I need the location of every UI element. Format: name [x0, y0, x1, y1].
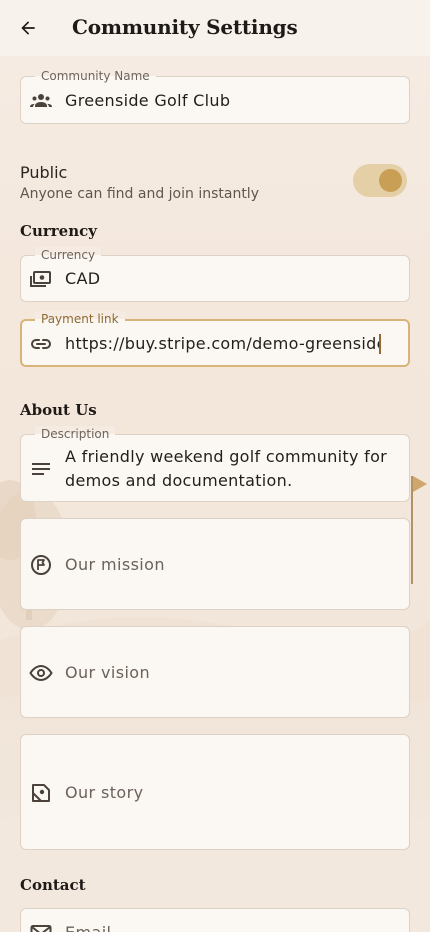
currency-label: Currency — [35, 247, 102, 263]
description-field[interactable]: Description A friendly weekend golf comm… — [20, 426, 410, 502]
payment-link-label: Payment link — [35, 311, 125, 327]
mission-field[interactable]: Our mission — [20, 518, 410, 610]
public-toggle-switch[interactable] — [353, 164, 407, 197]
vision-input[interactable]: Our vision — [65, 661, 150, 685]
switch-knob — [379, 169, 402, 192]
app-bar: Community Settings — [0, 0, 430, 56]
email-input[interactable]: Email — [65, 921, 111, 932]
currency-field[interactable]: Currency CAD — [20, 247, 410, 302]
description-label: Description — [35, 426, 116, 442]
notes-icon — [29, 457, 53, 481]
description-input[interactable]: A friendly weekend golf community for de… — [65, 445, 397, 493]
groups-icon — [29, 89, 53, 113]
about-section-title: About Us — [20, 401, 97, 419]
story-field[interactable]: Our story — [20, 734, 410, 850]
settings-form: Community Name Greenside Golf Club Publi… — [0, 56, 430, 932]
arrow-back-icon — [21, 21, 35, 35]
payment-link-text: https://buy.stripe.com/demo-greenside — [65, 334, 380, 353]
currency-select[interactable]: CAD — [65, 267, 397, 291]
payment-link-field[interactable]: Payment link https://buy.stripe.com/demo… — [20, 311, 410, 367]
page-title: Community Settings — [72, 15, 298, 39]
mail-icon — [29, 921, 53, 932]
email-field[interactable]: Email — [20, 908, 410, 932]
back-button[interactable] — [14, 14, 42, 42]
community-name-input[interactable]: Greenside Golf Club — [65, 89, 397, 113]
vision-field[interactable]: Our vision — [20, 626, 410, 718]
payments-icon — [29, 267, 53, 291]
payment-link-input[interactable]: https://buy.stripe.com/demo-greenside — [65, 332, 380, 356]
community-name-field[interactable]: Community Name Greenside Golf Club — [20, 68, 410, 124]
public-toggle-description: Anyone can find and join instantly — [20, 186, 259, 202]
history-book-icon — [29, 781, 53, 805]
currency-section-title: Currency — [20, 222, 97, 240]
eye-icon — [29, 661, 53, 685]
text-cursor — [379, 334, 381, 354]
flag-circle-icon — [29, 553, 53, 577]
mission-input[interactable]: Our mission — [65, 553, 165, 577]
community-name-label: Community Name — [35, 68, 156, 84]
contact-section-title: Contact — [20, 876, 86, 894]
link-icon — [29, 332, 53, 356]
public-toggle-label: Public — [20, 163, 68, 182]
story-input[interactable]: Our story — [65, 781, 143, 805]
